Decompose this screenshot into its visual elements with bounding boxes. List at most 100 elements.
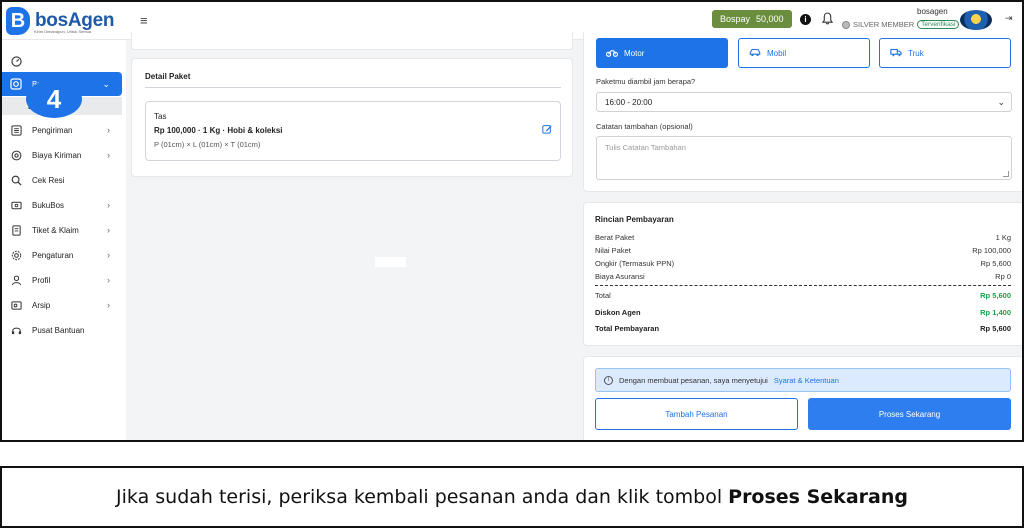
sidebar-item-tiket-klaim[interactable]: Tiket & Klaim ›	[2, 218, 122, 242]
pickup-time-label: Paketmu diambil jam berapa?	[596, 77, 696, 86]
sidebar-item-pusat-bantuan[interactable]: Pusat Bantuan	[2, 318, 122, 342]
headset-icon	[10, 324, 22, 336]
rincian-total-row: Total Rp 5,600	[595, 291, 1011, 300]
book-icon	[10, 199, 22, 211]
sidebar-item-label: Tiket & Klaim	[32, 225, 79, 235]
archive-icon	[10, 299, 22, 311]
box-icon	[10, 78, 22, 90]
dashed-divider	[595, 285, 1011, 286]
avatar[interactable]	[960, 10, 992, 30]
rincian-row: Nilai Paket Rp 100,000	[595, 246, 1011, 255]
detail-paket-title: Detail Paket	[145, 72, 191, 81]
pickup-time-select[interactable]: 16:00 - 20:00 ⌄	[596, 92, 1012, 112]
username: bosagen	[917, 7, 948, 16]
paket-item-dimensions: P (01cm) × L (01cm) × T (01cm)	[154, 140, 261, 149]
info-icon[interactable]: i	[800, 14, 811, 25]
rincian-row: Biaya Asuransi Rp 0	[595, 272, 1011, 281]
notes-textarea[interactable]: Tulis Catatan Tambahan	[596, 136, 1012, 180]
chevron-right-icon: ›	[107, 225, 110, 235]
notes-label: Catatan tambahan (opsional)	[596, 122, 693, 131]
notes-placeholder: Tulis Catatan Tambahan	[605, 143, 686, 152]
rincian-row-label: Berat Paket	[595, 233, 635, 242]
logo-tagline: Kirim Dimanapun, Untuk Semua	[34, 29, 92, 34]
vehicle-label: Truk	[908, 48, 924, 58]
rincian-row-value: Rp 100,000	[972, 246, 1011, 255]
vehicle-mobil-button[interactable]: Mobil	[738, 38, 870, 68]
proses-sekarang-button[interactable]: Proses Sekarang	[808, 398, 1011, 430]
edit-icon[interactable]	[542, 124, 552, 134]
pengiriman-options-card: Motor Mobil Truk Paketmu diambil jam ber…	[583, 32, 1022, 192]
gear-icon	[10, 249, 22, 261]
rincian-title: Rincian Pembayaran	[595, 215, 674, 224]
terms-link[interactable]: Syarat & Ketentuan	[774, 376, 839, 385]
member-level: SILVER MEMBER	[853, 20, 915, 29]
terms-text: Dengan membuat pesanan, saya menyetujui	[619, 375, 768, 385]
logout-icon[interactable]: ⇥	[1005, 13, 1013, 24]
total-label: Total	[595, 291, 611, 300]
paket-item-name: Tas	[154, 112, 167, 121]
previous-section-card	[131, 32, 573, 50]
blank-patch	[375, 257, 406, 267]
list-icon	[10, 124, 22, 136]
pickup-time-value: 16:00 - 20:00	[605, 97, 653, 107]
hamburger-icon[interactable]: ≡	[140, 13, 148, 28]
bospay-value: 50,000	[756, 14, 784, 24]
diskon-label: Diskon Agen	[595, 308, 641, 317]
bospay-balance-button[interactable]: Bospay 50,000	[712, 10, 792, 28]
vehicle-motor-button[interactable]: Motor	[596, 38, 728, 68]
sidebar-item-label: Profil	[32, 275, 51, 285]
rincian-row-value: Rp 5,600	[980, 259, 1011, 268]
chevron-right-icon: ›	[107, 250, 110, 260]
logo-mark: B	[6, 7, 30, 35]
detail-paket-card: Detail Paket Tas Rp 100,000 · 1 Kg · Hob…	[131, 58, 573, 177]
app-window: B bosAgen Kirim Dimanapun, Untuk Semua ≡…	[0, 0, 1024, 442]
rincian-diskon-row: Diskon Agen Rp 1,400	[595, 308, 1011, 317]
vehicle-label: Mobil	[767, 48, 787, 58]
chevron-right-icon: ›	[107, 150, 110, 160]
car-icon	[749, 48, 761, 59]
sidebar: 4 Bu... ⌄ Entri Manual Pengiriman ›	[2, 40, 126, 440]
resize-handle-icon[interactable]	[1003, 171, 1009, 177]
dashboard-icon	[10, 55, 22, 67]
sidebar-item-dashboard[interactable]	[2, 49, 122, 73]
tambah-pesanan-button[interactable]: Tambah Pesanan	[595, 398, 798, 430]
rincian-row-value: Rp 0	[995, 272, 1011, 281]
diskon-value: Rp 1,400	[980, 308, 1011, 317]
chevron-down-icon: ⌄	[997, 96, 1005, 107]
step-number-badge: 4	[26, 80, 82, 118]
divider	[145, 87, 561, 88]
bell-icon[interactable]	[822, 12, 833, 25]
grand-total-value: Rp 5,600	[980, 324, 1011, 333]
chevron-right-icon: ›	[107, 200, 110, 210]
info-icon: i	[604, 375, 613, 385]
sidebar-item-label: BukuBos	[32, 200, 65, 210]
caption-bold-text: Proses Sekarang	[728, 486, 908, 508]
ticket-icon	[10, 224, 22, 236]
paket-item[interactable]: Tas Rp 100,000 · 1 Kg · Hobi & koleksi P…	[145, 101, 561, 161]
sidebar-item-biaya-kiriman[interactable]: Biaya Kiriman ›	[2, 143, 122, 167]
rincian-row-label: Ongkir (Termasuk PPN)	[595, 259, 675, 268]
rincian-row: Berat Paket 1 Kg	[595, 233, 1011, 242]
rincian-grand-total-row: Total Pembayaran Rp 5,600	[595, 324, 1011, 333]
sidebar-item-pengaturan[interactable]: Pengaturan ›	[2, 243, 122, 267]
instruction-caption: Jika sudah terisi, periksa kembali pesan…	[0, 466, 1024, 528]
member-badge-icon	[842, 20, 850, 29]
terms-notice: i Dengan membuat pesanan, saya menyetuju…	[595, 368, 1011, 392]
sidebar-item-pengiriman[interactable]: Pengiriman ›	[2, 118, 122, 142]
search-icon	[10, 174, 22, 186]
sidebar-item-profil[interactable]: Profil ›	[2, 268, 122, 292]
sidebar-item-cek-resi[interactable]: Cek Resi	[2, 168, 122, 192]
sidebar-item-bukubos[interactable]: BukuBos ›	[2, 193, 122, 217]
sidebar-item-label: Pengiriman	[32, 125, 73, 135]
sidebar-item-arsip[interactable]: Arsip ›	[2, 293, 122, 317]
motorcycle-icon	[605, 48, 619, 59]
rincian-row: Ongkir (Termasuk PPN) Rp 5,600	[595, 259, 1011, 268]
rincian-row-value: 1 Kg	[995, 233, 1011, 242]
rincian-row-label: Biaya Asuransi	[595, 272, 645, 281]
bospay-label: Bospay	[720, 14, 751, 24]
vehicle-truk-button[interactable]: Truk	[879, 38, 1011, 68]
total-value: Rp 5,600	[980, 291, 1011, 300]
truck-icon	[890, 48, 902, 59]
chevron-right-icon: ›	[107, 125, 110, 135]
caption-text: Jika sudah terisi, periksa kembali pesan…	[116, 486, 723, 508]
